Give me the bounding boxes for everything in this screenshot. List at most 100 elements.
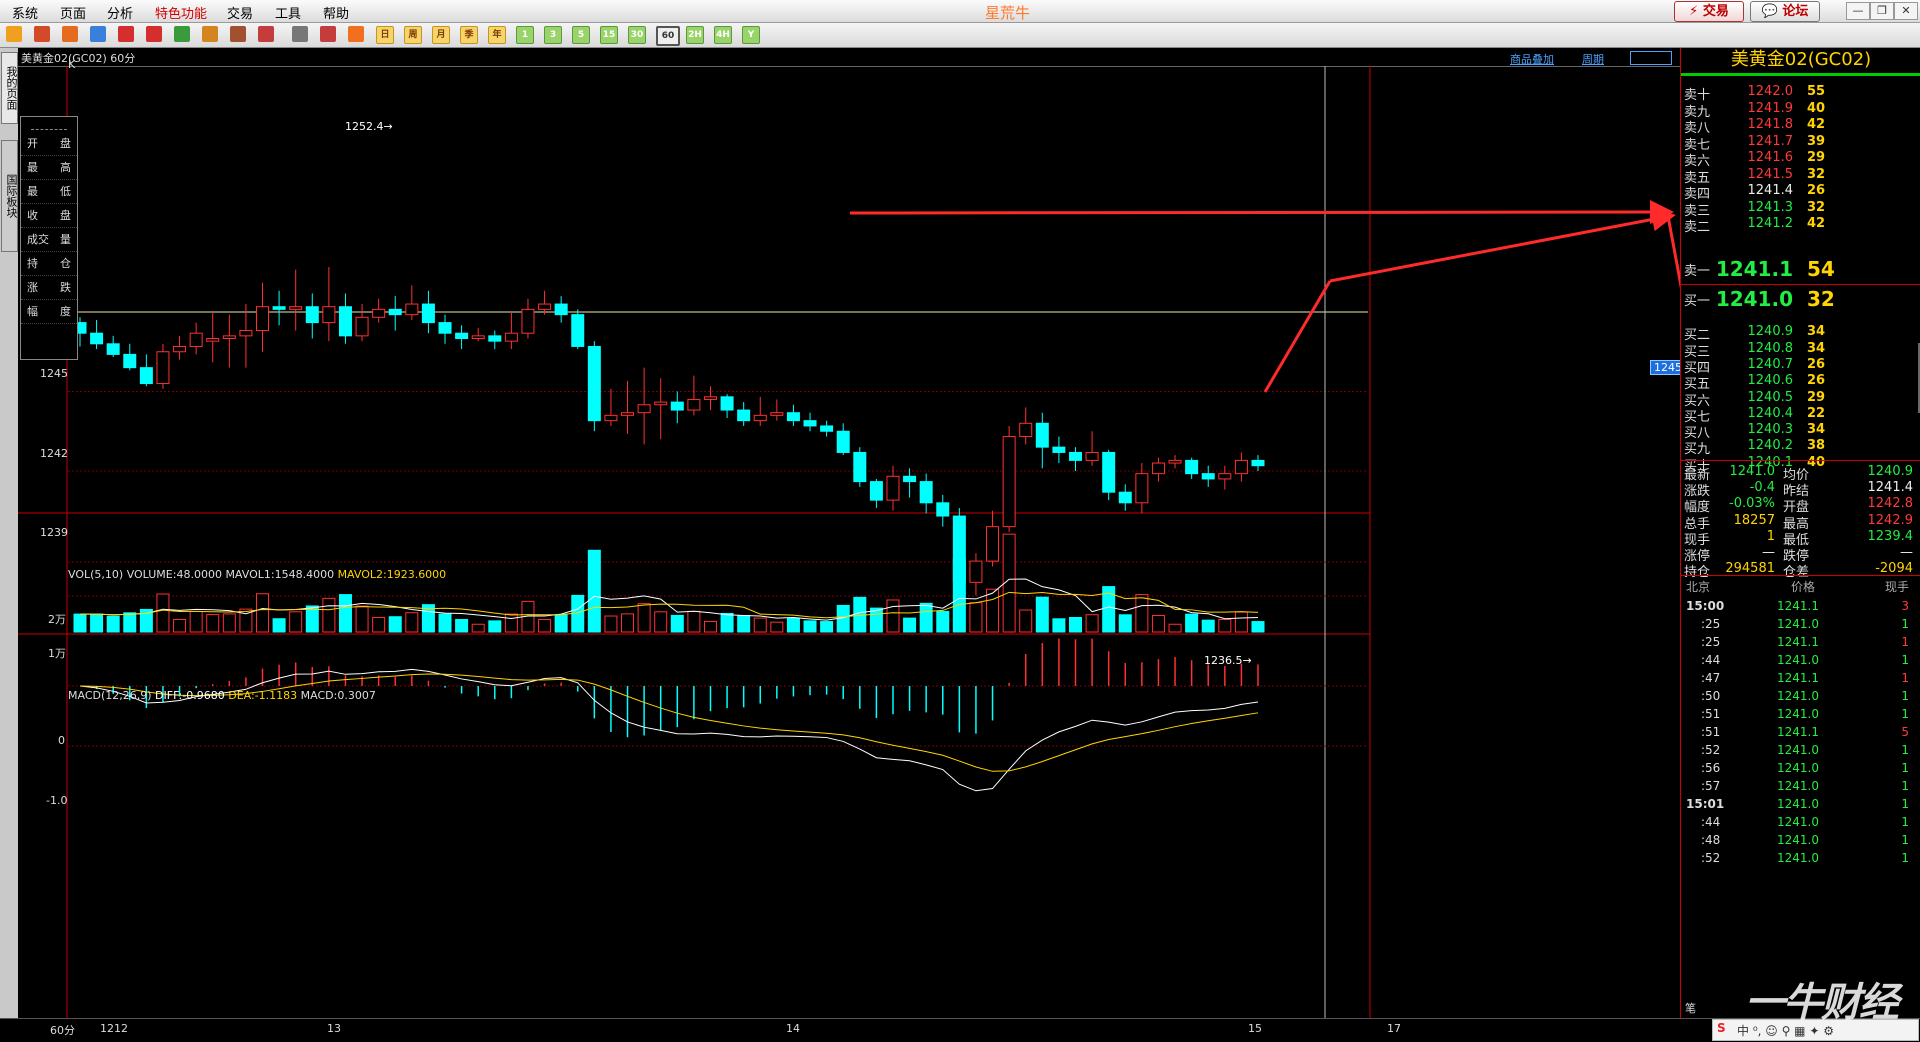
tick-time: :44: [1701, 815, 1721, 829]
indicator-icon[interactable]: [258, 26, 274, 42]
period-week[interactable]: 周: [404, 26, 422, 44]
tick-time: :52: [1701, 743, 1721, 757]
bid-row[interactable]: 买一 1241.0 32: [1681, 287, 1913, 311]
menu-help[interactable]: 帮助: [323, 3, 349, 22]
summary-label-a: 持: [27, 257, 38, 270]
menu-features[interactable]: 特色功能: [155, 3, 207, 22]
ask-row[interactable]: 卖一 1241.1 54: [1681, 257, 1913, 281]
tab-ticks[interactable]: 笔: [1685, 1000, 1696, 1016]
menu-system[interactable]: 系统: [12, 3, 38, 22]
period-3min[interactable]: 3: [544, 26, 562, 44]
period-month[interactable]: 月: [432, 26, 450, 44]
bid-price: 1240.6: [1747, 373, 1794, 389]
period-1min[interactable]: 1: [516, 26, 534, 44]
price-axis-1239: 1239: [40, 526, 68, 539]
ask-volume: 55: [1807, 84, 1826, 99]
period-60min[interactable]: 60: [656, 26, 680, 46]
candle-body: [1151, 462, 1165, 475]
menu-analysis[interactable]: 分析: [107, 3, 133, 22]
summary-row: 最高: [21, 156, 77, 180]
zoom-in-icon[interactable]: [118, 26, 134, 42]
volume-bar: [388, 616, 402, 633]
home-icon[interactable]: [34, 26, 50, 42]
period-quarter[interactable]: 季: [460, 26, 478, 44]
candle-body: [372, 308, 386, 318]
volume-bar: [753, 617, 767, 633]
menu-trade[interactable]: 交易: [227, 3, 253, 22]
stat-value: 1241.4: [1867, 480, 1914, 496]
volume-bar: [1168, 623, 1182, 633]
draw-icon[interactable]: [202, 26, 218, 42]
tick-icon[interactable]: [348, 26, 364, 42]
candle-body: [1234, 459, 1248, 475]
volume-bar: [256, 593, 270, 633]
menu-tools[interactable]: 工具: [275, 3, 301, 22]
tab-my-page[interactable]: 我的页面: [1, 52, 18, 124]
chat-icon: 💬: [1761, 4, 1778, 19]
volume-bar: [820, 621, 834, 633]
window-icon[interactable]: [174, 26, 190, 42]
trade-button[interactable]: ⚡ 交易: [1674, 1, 1744, 22]
back-icon[interactable]: [6, 26, 22, 42]
period-link[interactable]: 周期: [1582, 51, 1604, 67]
macd-diff: DIFF:-0.9680: [155, 689, 225, 702]
left-tab-strip: 我的页面 国际板块: [0, 48, 18, 1018]
tick-volume: 1: [1901, 653, 1909, 667]
chart-title: 美黄金02(GC02) 60分: [21, 52, 136, 65]
ask-volume: 40: [1807, 100, 1826, 116]
summary-label-b: 盘: [60, 209, 71, 222]
period-4h[interactable]: 4H: [714, 26, 732, 44]
stat-value: —: [1762, 545, 1775, 560]
tick-volume: 1: [1901, 635, 1909, 649]
tick-price: 1241.0: [1777, 743, 1819, 757]
ask-price: 1241.4: [1747, 183, 1794, 198]
ask-volume: 54: [1807, 257, 1835, 281]
bid-price: 1240.2: [1747, 438, 1794, 454]
candle-body: [1019, 422, 1033, 438]
candle-body: [1002, 436, 1016, 528]
forum-button[interactable]: 💬 论坛: [1750, 1, 1820, 22]
refresh-icon[interactable]: [90, 26, 106, 42]
close-icon[interactable]: ✕: [1894, 2, 1918, 20]
lightning-icon: ⚡: [1689, 4, 1699, 19]
menu-page[interactable]: 页面: [60, 3, 86, 22]
period-5min[interactable]: 5: [572, 26, 590, 44]
tick-time: :25: [1701, 635, 1721, 649]
period-year[interactable]: 年: [488, 26, 506, 44]
volume-bar: [455, 618, 469, 633]
overlay-link[interactable]: 商品叠加: [1510, 51, 1554, 67]
volume-bar: [438, 613, 452, 633]
vol-header: VOL(5,10) VOLUME:48.0000 MAVOL1:1548.400…: [68, 568, 446, 581]
chart-area[interactable]: 美黄金02(GC02) 60分 商品叠加 周期 开盘最高最低收盘成交量持仓涨跌幅…: [18, 48, 1697, 1018]
max-price-value: 1252.4: [345, 120, 384, 133]
tab-international[interactable]: 国际板块: [1, 140, 18, 252]
candle-body: [720, 396, 734, 411]
candle-body: [1118, 491, 1132, 504]
trend-icon[interactable]: [320, 26, 336, 42]
period-year-y[interactable]: Y: [742, 26, 760, 44]
volume-bar: [654, 611, 668, 633]
candle-body: [1068, 451, 1082, 461]
candle-body: [554, 303, 568, 316]
tick-time: :57: [1701, 779, 1721, 793]
period-30min[interactable]: 30: [628, 26, 646, 44]
period-15min[interactable]: 15: [600, 26, 618, 44]
volume-bar: [687, 610, 701, 633]
table-icon[interactable]: [292, 26, 308, 42]
candle-body: [604, 414, 618, 422]
chart-canvas: [18, 66, 1680, 1018]
volume-bar: [919, 602, 933, 633]
monitor-icon[interactable]: [62, 26, 78, 42]
bid-volume: 29: [1807, 389, 1826, 405]
maximize-icon[interactable]: ❐: [1870, 2, 1894, 20]
lock-icon[interactable]: [230, 26, 246, 42]
period-day[interactable]: 日: [376, 26, 394, 44]
ask-row[interactable]: 卖二 1241.2 42: [1681, 214, 1913, 235]
volume-bar: [587, 549, 601, 633]
period-2h[interactable]: 2H: [686, 26, 704, 44]
volume-bar: [1068, 616, 1082, 633]
tick-time: 15:00: [1686, 599, 1725, 613]
zoom-out-icon[interactable]: [146, 26, 162, 42]
layout-icon[interactable]: [1630, 51, 1672, 65]
minimize-icon[interactable]: —: [1846, 2, 1870, 20]
